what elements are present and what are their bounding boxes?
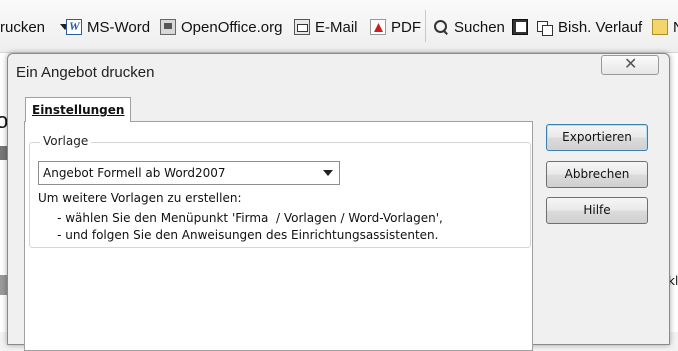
template-select[interactable]: Angebot Formell ab Word2007 [38,161,340,185]
pdf-icon [370,19,386,35]
toolbar-pdf-button[interactable]: PDF [370,16,421,38]
dialog-title: Ein Angebot drucken [16,64,155,81]
book-icon [512,19,528,35]
toolbar-openoffice-label: OpenOffice.org [181,18,283,36]
tab-settings[interactable]: Einstellungen [25,97,132,122]
toolbar-pdf-label: PDF [391,18,421,36]
note-icon [652,19,668,35]
toolbar-openoffice-button[interactable]: OpenOffice.org [160,16,282,38]
toolbar-search-button[interactable]: Suchen [433,16,505,38]
word-icon [66,19,82,35]
info-text-line1: Um weitere Vorlagen zu erstellen: [38,191,242,205]
toolbar-msword-label: MS-Word [87,18,151,36]
toolbar-separator [425,10,426,42]
email-icon [294,19,310,35]
chevron-down-icon[interactable] [318,163,338,183]
openoffice-icon [160,19,176,35]
history-icon [537,19,553,36]
tab-settings-label: Einstellungen [32,103,125,117]
cancel-button[interactable]: Abbrechen [546,161,648,188]
close-button[interactable]: ✕ [601,54,659,75]
toolbar-note-button[interactable]: N [652,16,678,38]
settings-panel: Vorlage Angebot Formell ab Word2007 Um w… [24,121,533,351]
template-select-value: Angebot Formell ab Word2007 [43,166,226,180]
toolbar-history-button[interactable]: Bish. Verlauf [537,16,642,38]
info-text-line2: - wählen Sie den Menüpunkt 'Firma / Vorl… [38,211,443,225]
search-icon [433,19,449,35]
browser-toolbar: rucken MS-Word OpenOffice.org E-Mail PDF… [0,0,678,53]
toolbar-search-label: Suchen [454,18,505,36]
template-group-label: Vorlage [40,134,92,148]
toolbar-print-button[interactable]: rucken [0,16,71,38]
toolbar-print-label: rucken [0,18,46,36]
print-offer-dialog: Ein Angebot drucken ✕ Einstellungen Vorl… [7,53,670,351]
help-button[interactable]: Hilfe [546,197,648,224]
export-button[interactable]: Exportieren [546,124,648,151]
toolbar-note-label: N [673,19,678,36]
toolbar-history-label: Bish. Verlauf [558,18,643,36]
template-group: Vorlage Angebot Formell ab Word2007 Um w… [29,134,531,248]
toolbar-email-label: E-Mail [315,18,358,36]
toolbar-email-button[interactable]: E-Mail [294,16,358,38]
toolbar-book-button[interactable] [512,16,528,38]
info-text-line3: - und folgen Sie den Anweisungen des Ein… [38,228,439,242]
toolbar-msword-button[interactable]: MS-Word [66,16,150,38]
close-icon: ✕ [624,54,638,73]
